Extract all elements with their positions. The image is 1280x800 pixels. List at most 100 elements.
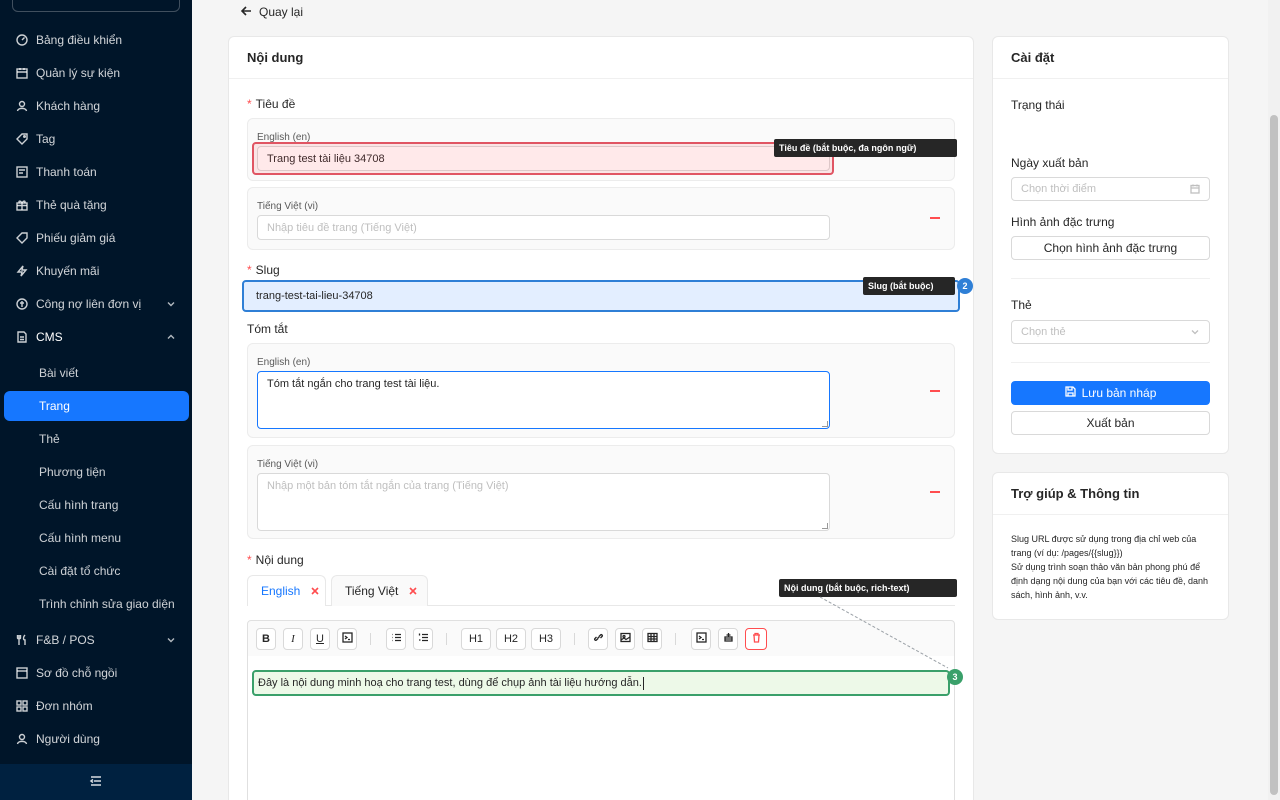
chevron-down-icon xyxy=(166,298,176,308)
sidebar-sub-tags[interactable]: Thẻ xyxy=(4,424,189,454)
featured-image-label: Hình ảnh đặc trưng xyxy=(1011,215,1115,229)
sidebar-collapse-button[interactable] xyxy=(0,764,192,800)
italic-button[interactable]: I xyxy=(283,628,303,650)
slug-field-label-text: Slug xyxy=(255,263,280,277)
underline-button[interactable]: U xyxy=(310,628,330,650)
sidebar-item-gift-cards[interactable]: Thẻ quà tặng xyxy=(0,190,192,220)
editor-content[interactable]: Đây là nội dung minh hoạ cho trang test,… xyxy=(252,670,950,696)
trash-icon xyxy=(751,632,762,646)
help-line-editor: Sử dụng trình soạn thảo văn bản phong ph… xyxy=(1011,562,1209,600)
sidebar-item-group-orders[interactable]: Đơn nhóm xyxy=(0,691,192,721)
italic-icon: I xyxy=(291,633,295,645)
content-card-title: Nội dung xyxy=(229,37,973,79)
resize-handle[interactable] xyxy=(822,421,828,427)
bold-button[interactable]: B xyxy=(256,628,276,650)
annotation-slug: Slug (bắt buộc) xyxy=(863,277,955,295)
debt-icon xyxy=(16,298,28,310)
title-vi-input[interactable]: Nhập tiêu đề trang (Tiếng Việt) xyxy=(257,215,830,240)
sidebar-sub-theme-editor[interactable]: Trình chỉnh sửa giao diện xyxy=(4,589,189,619)
remove-summary-vi-button[interactable] xyxy=(930,491,940,493)
slug-field-label: * Slug xyxy=(247,263,280,277)
bold-icon: B xyxy=(262,633,270,645)
code-button[interactable] xyxy=(337,628,357,650)
sidebar-item-debt[interactable]: Công nợ liên đơn vị xyxy=(0,289,192,319)
choose-featured-image-button[interactable]: Chọn hình ảnh đặc trưng xyxy=(1011,236,1210,260)
title-field-label-text: Tiêu đề xyxy=(255,97,296,111)
publish-date-label: Ngày xuất bản xyxy=(1011,156,1089,170)
sidebar-search[interactable] xyxy=(12,0,180,12)
summary-en-group: English (en) Tóm tắt ngắn cho trang test… xyxy=(247,343,955,438)
calendar-icon xyxy=(1190,184,1200,194)
clear-format-button[interactable] xyxy=(718,628,738,650)
save-draft-label: Lưu bản nháp xyxy=(1081,386,1157,400)
close-icon[interactable] xyxy=(409,587,417,595)
sidebar-item-seat-map[interactable]: Sơ đồ chỗ ngồi xyxy=(0,658,192,688)
sidebar-sub-media[interactable]: Phương tiện xyxy=(4,457,189,487)
tags-label: Thẻ xyxy=(1011,298,1032,312)
sidebar-item-promotions[interactable]: Khuyến mãi xyxy=(0,256,192,286)
link-button[interactable] xyxy=(588,628,608,650)
tab-english[interactable]: English xyxy=(247,575,326,606)
sidebar-item-label: F&B / POS xyxy=(36,633,95,647)
sidebar-item-customers[interactable]: Khách hàng xyxy=(0,91,192,121)
summary-field-label: Tóm tắt xyxy=(247,322,288,336)
tab-vietnamese-label: Tiếng Việt xyxy=(345,584,399,598)
ordered-list-button[interactable] xyxy=(413,628,433,650)
tags-select[interactable]: Chọn thẻ xyxy=(1011,320,1210,344)
image-button[interactable] xyxy=(615,628,635,650)
sidebar-item-fnb[interactable]: F&B / POS xyxy=(0,625,192,655)
help-card-title: Trợ giúp & Thông tin xyxy=(993,473,1228,515)
table-button[interactable] xyxy=(642,628,662,650)
tab-vietnamese[interactable]: Tiếng Việt xyxy=(331,575,428,606)
publish-date-picker[interactable]: Chọn thời điểm xyxy=(1011,177,1210,201)
body-field-label: * Nội dung xyxy=(247,553,304,567)
sidebar-sub-posts[interactable]: Bài viết xyxy=(4,358,189,388)
seat-icon xyxy=(16,667,28,679)
page-scrollbar-thumb[interactable] xyxy=(1270,115,1278,795)
sidebar-item-tag[interactable]: Tag xyxy=(0,124,192,154)
sidebar-item-coupons[interactable]: Phiếu giảm giá xyxy=(0,223,192,253)
tab-english-label: English xyxy=(261,584,301,598)
delete-button[interactable] xyxy=(745,628,767,650)
sidebar-item-users[interactable]: Người dùng xyxy=(0,724,192,754)
h1-button[interactable]: H1 xyxy=(461,628,491,650)
h3-button[interactable]: H3 xyxy=(531,628,561,650)
back-link[interactable]: Quay lại xyxy=(240,4,303,20)
sidebar-sub-menu-config[interactable]: Cấu hình menu xyxy=(4,523,189,553)
save-draft-button[interactable]: Lưu bản nháp xyxy=(1011,381,1210,405)
sidebar-item-dashboard[interactable]: Bảng điều khiển xyxy=(0,25,192,55)
chevron-down-icon xyxy=(166,634,176,644)
sidebar-item-label: Khách hàng xyxy=(36,99,101,113)
sidebar-item-label: Thẻ quà tặng xyxy=(36,198,107,212)
ordered-list-icon xyxy=(418,632,429,646)
sidebar-item-events[interactable]: Quản lý sự kiện xyxy=(0,58,192,88)
toolbar-separator xyxy=(574,633,575,645)
body-field-label-text: Nội dung xyxy=(255,553,304,567)
publish-button[interactable]: Xuất bản xyxy=(1011,411,1210,435)
bullet-list-button[interactable] xyxy=(386,628,406,650)
sidebar: Bảng điều khiển Quản lý sự kiện Khách hà… xyxy=(0,0,192,800)
close-icon[interactable] xyxy=(311,587,319,595)
remove-summary-en-button[interactable] xyxy=(930,390,940,392)
document-icon xyxy=(16,331,28,343)
remove-title-vi-button[interactable] xyxy=(930,217,940,219)
tag-icon xyxy=(16,133,28,145)
gift-icon xyxy=(16,199,28,211)
summary-en-label: English (en) xyxy=(257,357,311,368)
sidebar-item-label: Khuyến mãi xyxy=(36,264,100,278)
sidebar-item-label: Quản lý sự kiện xyxy=(36,66,121,80)
sidebar-sub-page-config[interactable]: Cấu hình trang xyxy=(4,490,189,520)
code-block-button[interactable] xyxy=(691,628,711,650)
sidebar-item-payment[interactable]: Thanh toán xyxy=(0,157,192,187)
summary-en-textarea[interactable]: Tóm tắt ngắn cho trang test tài liệu. xyxy=(257,371,830,429)
settings-card-title: Cài đặt xyxy=(993,37,1228,79)
h2-button[interactable]: H2 xyxy=(496,628,526,650)
sidebar-sub-pages[interactable]: Trang xyxy=(4,391,189,421)
title-vi-label: Tiếng Việt (vi) xyxy=(257,201,319,212)
summary-en-text: Tóm tắt ngắn cho trang test tài liệu. xyxy=(267,378,440,390)
sidebar-item-cms[interactable]: CMS xyxy=(0,322,192,352)
summary-vi-textarea[interactable]: Nhập một bản tóm tắt ngắn của trang (Tiế… xyxy=(257,473,830,531)
resize-handle[interactable] xyxy=(822,523,828,529)
slug-input[interactable]: trang-test-tai-lieu-34708 xyxy=(242,280,960,312)
sidebar-sub-org-settings[interactable]: Cài đặt tổ chức xyxy=(4,556,189,586)
